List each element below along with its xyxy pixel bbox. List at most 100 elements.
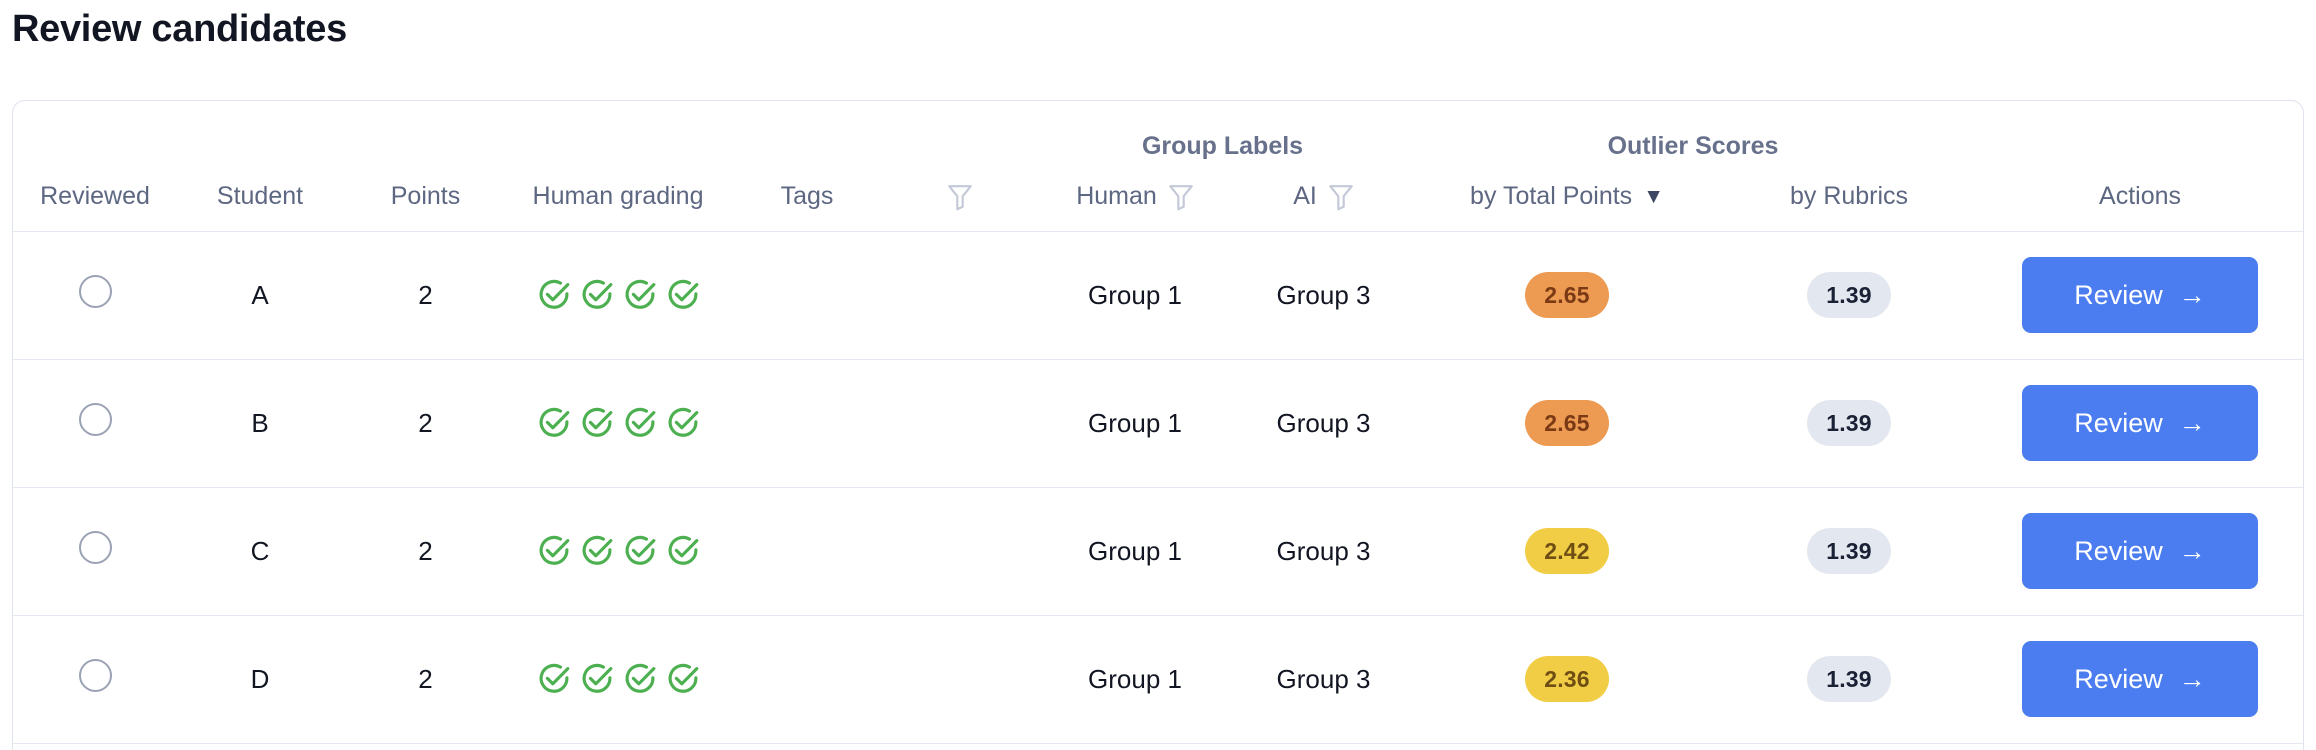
rubrics-score-badge: 1.39 <box>1807 528 1892 574</box>
filter-icon[interactable] <box>1328 183 1354 211</box>
column-header-points[interactable]: Points <box>343 163 508 232</box>
points-cell: 2 <box>343 359 508 488</box>
human-group-label: Group 1 <box>1088 663 1182 694</box>
tags-cell[interactable] <box>728 231 886 360</box>
column-header-ai-label: AI <box>1293 182 1317 211</box>
reviewed-cell <box>13 359 177 488</box>
review-button[interactable]: Review → <box>2022 513 2259 589</box>
student-cell: A <box>177 231 343 360</box>
actions-cell: Review → <box>1975 231 2303 360</box>
column-header-human-label: Human <box>1076 182 1157 211</box>
review-button-label: Review <box>2074 279 2163 310</box>
human-grading-cell <box>508 359 728 488</box>
column-header-human[interactable]: Human <box>1034 163 1236 232</box>
filter-icon[interactable] <box>1168 183 1194 211</box>
arrow-right-icon: → <box>2178 535 2206 566</box>
ai-group-cell: Group 3 <box>1236 615 1412 744</box>
human-group-label: Group 1 <box>1088 535 1182 566</box>
total-points-score-badge: 2.65 <box>1525 400 1610 446</box>
rubrics-score-badge: 1.39 <box>1807 400 1892 446</box>
actions-cell: Review → <box>1975 359 2303 488</box>
actions-cell: Review → <box>1975 615 2303 744</box>
actions-cell: Review → <box>1975 487 2303 616</box>
tags-filter-cell <box>886 615 1034 744</box>
review-button[interactable]: Review → <box>2022 385 2259 461</box>
group-header-outlier-scores: Outlier Scores <box>1411 101 1975 163</box>
total-points-score-cell: 2.65 <box>1411 231 1724 360</box>
reviewed-radio[interactable] <box>78 275 112 308</box>
column-header-human-grading[interactable]: Human grading <box>508 163 728 232</box>
column-header-by-total-points-label: by Total Points <box>1470 182 1633 211</box>
total-points-score-badge: 2.65 <box>1525 272 1610 318</box>
total-points-score-cell: 2.42 <box>1411 487 1724 616</box>
review-button[interactable]: Review → <box>2022 641 2259 717</box>
rubrics-score-badge: 1.39 <box>1807 656 1892 702</box>
review-candidates-page: Review candidates Group Labels Outlier S… <box>0 0 2316 750</box>
tags-cell[interactable] <box>728 487 886 616</box>
human-grading-cell <box>508 487 728 616</box>
group-header-spacer <box>13 101 1034 163</box>
human-group-label: Group 1 <box>1088 279 1182 310</box>
student-cell: C <box>177 487 343 616</box>
reviewed-cell <box>13 487 177 616</box>
filter-icon[interactable] <box>947 183 973 211</box>
column-header-row: Reviewed Student Points Human grading Ta… <box>13 163 2303 232</box>
grading-checks <box>508 661 728 697</box>
arrow-right-icon: → <box>2178 407 2206 438</box>
human-group-cell: Group 1 <box>1034 615 1236 744</box>
human-grading-cell <box>508 615 728 744</box>
total-points-score-cell: 2.36 <box>1411 615 1724 744</box>
column-header-tags-filter[interactable] <box>886 163 1034 232</box>
candidates-table-card: Group Labels Outlier Scores Reviewed Stu… <box>12 100 2304 750</box>
group-header-actions-spacer <box>1975 101 2303 163</box>
table-row: D 2 Group 1 Group 3 2.36 1.39 Review → <box>13 615 2303 744</box>
student-cell: D <box>177 615 343 744</box>
points-cell: 2 <box>343 615 508 744</box>
ai-group-cell: Group 3 <box>1236 231 1412 360</box>
tags-filter-cell <box>886 487 1034 616</box>
review-button-label: Review <box>2074 663 2163 694</box>
ai-group-label: Group 3 <box>1276 407 1371 438</box>
total-points-score-badge: 2.42 <box>1525 528 1610 574</box>
table-row: A 2 Group 1 Group 3 2.65 1.39 Review → <box>13 231 2303 360</box>
total-points-score-badge: 2.36 <box>1525 656 1610 702</box>
column-header-reviewed[interactable]: Reviewed <box>13 163 177 232</box>
candidates-table: Group Labels Outlier Scores Reviewed Stu… <box>13 101 2303 750</box>
reviewed-radio[interactable] <box>78 403 112 436</box>
rubrics-score-cell: 1.39 <box>1723 615 1976 744</box>
grading-checks <box>508 405 728 441</box>
group-labels-title: Group Labels <box>1141 132 1304 160</box>
rubrics-score-cell: 1.39 <box>1723 487 1976 616</box>
column-header-student[interactable]: Student <box>177 163 343 232</box>
table-body: A 2 Group 1 Group 3 2.65 1.39 Review → B 2 Group 1… <box>13 231 2303 750</box>
grading-checks <box>508 533 728 569</box>
review-button-label: Review <box>2074 535 2163 566</box>
rubrics-score-badge: 1.39 <box>1807 272 1892 318</box>
reviewed-radio[interactable] <box>78 531 112 564</box>
tags-cell[interactable] <box>728 359 886 488</box>
reviewed-cell <box>13 615 177 744</box>
sort-descending-icon[interactable]: ▼ <box>1643 186 1664 207</box>
human-group-cell: Group 1 <box>1034 231 1236 360</box>
reviewed-radio[interactable] <box>78 659 112 692</box>
points-cell: 2 <box>343 487 508 616</box>
human-group-label: Group 1 <box>1088 407 1182 438</box>
ai-group-cell: Group 3 <box>1236 487 1412 616</box>
student-cell: B <box>177 359 343 488</box>
ai-group-label: Group 3 <box>1276 279 1371 310</box>
review-button-label: Review <box>2074 407 2163 438</box>
column-header-tags[interactable]: Tags <box>728 163 886 232</box>
page-title: Review candidates <box>12 8 347 50</box>
column-header-by-total-points[interactable]: by Total Points ▼ <box>1411 163 1724 232</box>
rubrics-score-cell: 1.39 <box>1723 231 1976 360</box>
table-row <box>13 743 2303 750</box>
table-row: C 2 Group 1 Group 3 2.42 1.39 Review → <box>13 487 2303 616</box>
review-button[interactable]: Review → <box>2022 257 2259 333</box>
tags-filter-cell <box>886 231 1034 360</box>
points-cell: 2 <box>343 231 508 360</box>
column-header-ai[interactable]: AI <box>1236 163 1412 232</box>
rubrics-score-cell: 1.39 <box>1723 359 1976 488</box>
column-header-by-rubrics[interactable]: by Rubrics <box>1723 163 1976 232</box>
group-header-group-labels: Group Labels <box>1034 101 1411 163</box>
tags-cell[interactable] <box>728 615 886 744</box>
